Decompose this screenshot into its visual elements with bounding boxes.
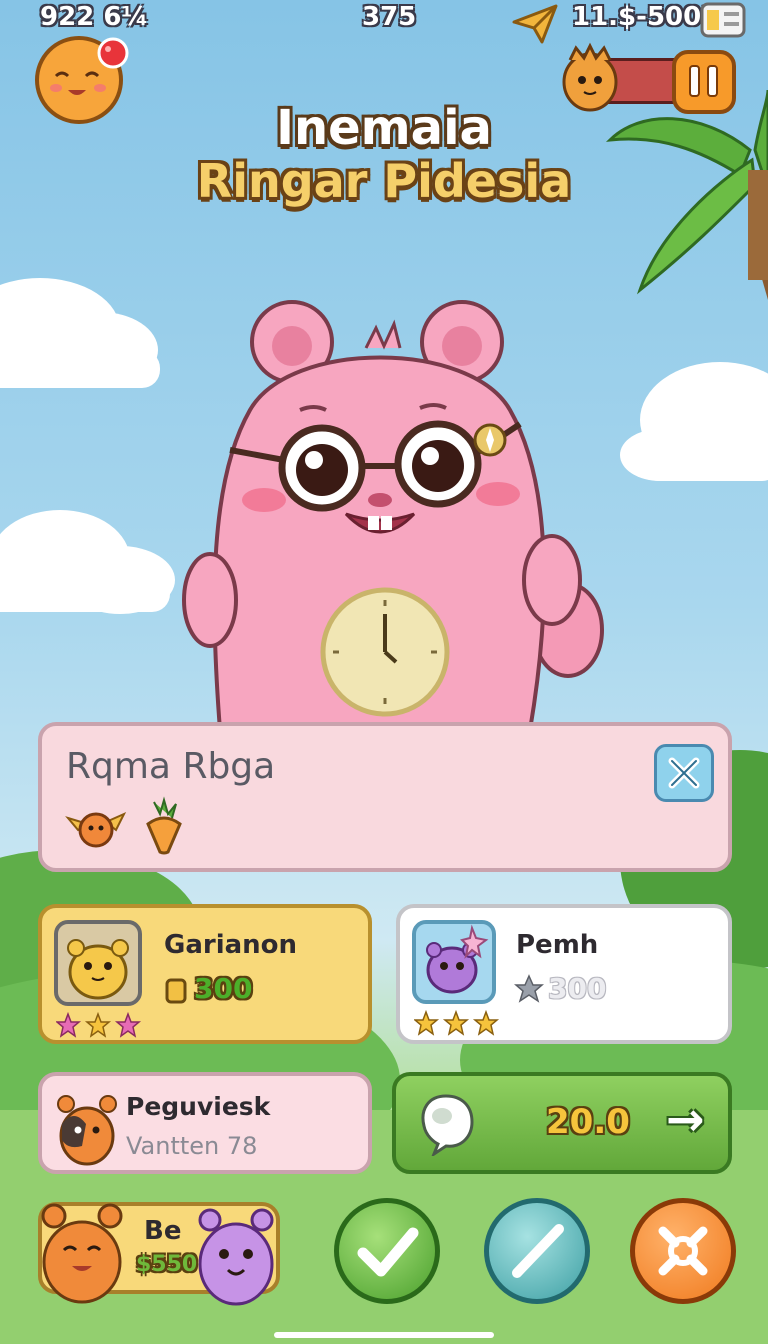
peguviesk-panel[interactable]: Peguviesk Vantten 78 — [38, 1072, 372, 1174]
bottom-badge-label: Be — [144, 1216, 182, 1246]
paper-plane-icon[interactable] — [512, 2, 558, 44]
settings-icon — [658, 1226, 708, 1276]
star-icon — [56, 1012, 82, 1038]
rating-stars — [414, 1010, 500, 1036]
edit-button[interactable] — [484, 1198, 590, 1304]
title-line-2: Ringar Pidesia — [196, 154, 572, 208]
carrot-icon — [146, 796, 182, 855]
info-panel: Rqma Rbga — [38, 722, 732, 872]
chat-bubble-icon — [421, 1094, 474, 1156]
star-icon — [514, 974, 544, 1003]
coin-icon — [165, 978, 187, 1004]
pet-card-portrait — [412, 920, 496, 1004]
calico-pet-icon — [57, 1095, 117, 1166]
close-button[interactable] — [654, 744, 714, 802]
cloud-left-top — [0, 278, 160, 388]
pet-card-pemh[interactable]: Pemh 300 — [396, 904, 732, 1044]
notification-dot-icon — [97, 37, 129, 69]
close-icon — [668, 757, 700, 789]
settings-button[interactable] — [630, 1198, 736, 1304]
info-panel-title: Rqma Rbga — [66, 746, 276, 787]
check-icon — [357, 1227, 419, 1277]
star-icon — [114, 1012, 142, 1038]
purple-creature-icon — [426, 924, 489, 994]
arrow-right-icon: → — [666, 1092, 705, 1146]
pet-card-portrait — [54, 920, 142, 1006]
orange-bear-icon — [41, 1203, 123, 1304]
rating-stars — [56, 1012, 142, 1038]
star-icon — [472, 1010, 500, 1036]
star-icon — [442, 1010, 470, 1036]
pink-hamster-character[interactable] — [180, 300, 610, 730]
star-icon — [84, 1012, 112, 1038]
pet-card-price: 300 — [194, 972, 253, 1005]
confirm-button[interactable] — [334, 1198, 440, 1304]
hud-left-value: 922 6¼ — [40, 2, 149, 32]
buy-button-value: 20.0 — [546, 1102, 630, 1142]
home-indicator[interactable] — [274, 1332, 494, 1338]
pet-card-name: Garianon — [164, 930, 298, 960]
buy-button[interactable]: 20.0 → — [392, 1072, 732, 1174]
cloud-right — [620, 362, 768, 481]
inventory-icon[interactable] — [700, 2, 746, 38]
game-scene: 922 6¼ 375 11.$-5002 Inemaia Ringar Pide… — [0, 0, 768, 1344]
winged-pet-icon — [65, 811, 127, 848]
peguviesk-name: Peguviesk — [126, 1092, 271, 1121]
title-line-1: Inemaia — [276, 100, 492, 156]
purple-pet-icon — [198, 1208, 274, 1306]
pet-card-garianon[interactable]: Garianon 300 — [38, 904, 372, 1044]
hud-right-value: 11.$-5002 — [572, 2, 720, 32]
bottom-badge-price: $550 — [136, 1252, 198, 1277]
star-icon — [414, 1010, 440, 1036]
pet-card-name: Pemh — [516, 930, 599, 960]
golden-hamster-icon — [67, 939, 129, 1000]
pet-card-price: 300 — [548, 972, 607, 1005]
hud-center-value: 375 — [362, 2, 417, 32]
edit-icon — [512, 1224, 564, 1278]
cloud-left-bottom — [0, 510, 175, 614]
peguviesk-sub: Vantten 78 — [126, 1132, 258, 1160]
